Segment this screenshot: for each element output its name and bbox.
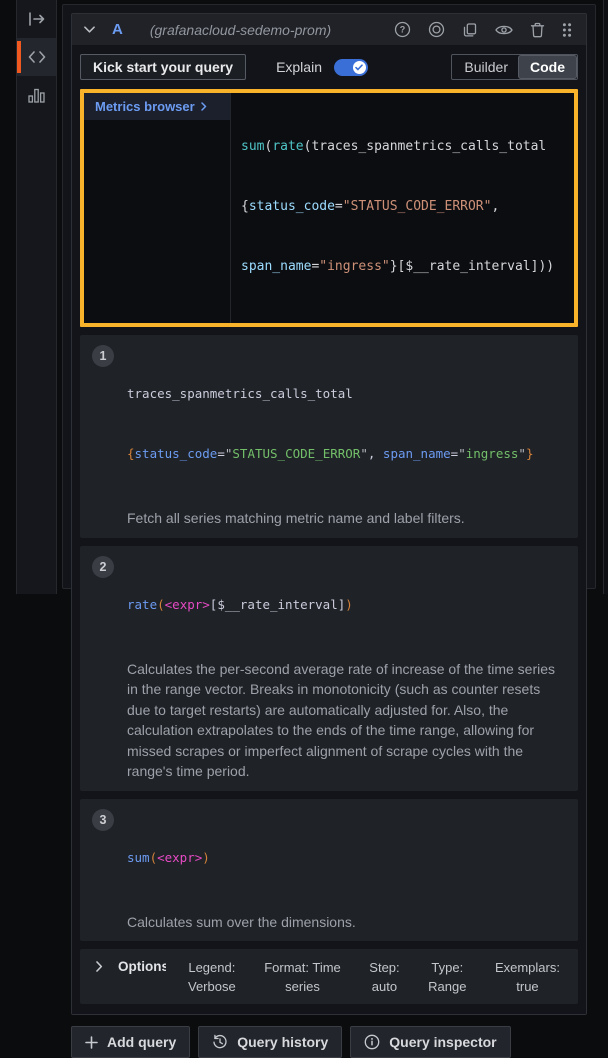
toggle-knob xyxy=(353,61,366,74)
step-code-line: {status_code="STATUS_CODE_ERROR", span_n… xyxy=(127,444,533,464)
builder-mode-button[interactable]: Builder xyxy=(453,56,519,78)
step-description: Calculates the per-second average rate o… xyxy=(127,659,564,782)
code-line: {status_code="STATUS_CODE_ERROR", xyxy=(241,197,564,217)
left-sidebar xyxy=(16,0,57,594)
step-number-badge: 2 xyxy=(92,556,114,578)
query-ref-id[interactable]: A xyxy=(112,21,123,38)
bar-chart-icon xyxy=(28,87,45,103)
kick-start-query-button[interactable]: Kick start your query xyxy=(80,54,246,80)
query-inspector-button[interactable]: Query inspector xyxy=(350,1026,510,1058)
copy-icon[interactable] xyxy=(462,22,478,38)
option-legend: Legend:Verbose xyxy=(188,958,236,996)
explain-step-3: 3 sum(<expr>) Calculates sum over the di… xyxy=(80,799,578,942)
promql-editor: Metrics browser sum(rate(traces_spanmetr… xyxy=(80,89,578,327)
collapse-chevron-icon[interactable] xyxy=(84,26,95,33)
query-card-header: A (grafanacloud-sedemo-prom) ? xyxy=(72,14,586,45)
query-editor-panel: A (grafanacloud-sedemo-prom) ? xyxy=(62,4,596,589)
trash-icon[interactable] xyxy=(530,22,545,38)
query-toolbar: Kick start your query Explain Builder Co… xyxy=(80,52,578,82)
code-mode-button[interactable]: Code xyxy=(519,56,576,78)
query-history-button[interactable]: Query history xyxy=(198,1026,342,1058)
code-line: span_name="ingress"}[$__rate_interval])) xyxy=(241,257,564,277)
step-content: rate(<expr>[$__rate_interval]) Calculate… xyxy=(127,555,564,782)
sidebar-item-expand[interactable] xyxy=(17,0,56,38)
query-card-body: Kick start your query Explain Builder Co… xyxy=(72,45,586,1014)
options-label: Options xyxy=(118,959,166,974)
datasource-name: (grafanacloud-sedemo-prom) xyxy=(150,22,394,38)
step-description: Fetch all series matching metric name an… xyxy=(127,508,533,529)
query-card: A (grafanacloud-sedemo-prom) ? xyxy=(71,13,587,1015)
adjacent-panel-edge xyxy=(603,0,608,594)
query-header-actions: ? xyxy=(394,21,574,38)
step-code-line: traces_spanmetrics_calls_total xyxy=(127,384,533,404)
explain-toggle[interactable] xyxy=(334,59,368,76)
option-exemplars: Exemplars:true xyxy=(495,958,560,996)
explain-step-1: 1 traces_spanmetrics_calls_total {status… xyxy=(80,335,578,538)
query-footer: Add query Query history Query inspector xyxy=(71,1026,587,1058)
info-icon xyxy=(364,1034,380,1050)
step-content: sum(<expr>) Calculates sum over the dime… xyxy=(127,808,356,933)
step-number-badge: 1 xyxy=(92,345,114,367)
drag-handle-icon[interactable] xyxy=(562,22,572,38)
plus-icon xyxy=(85,1036,98,1049)
options-summary: Legend:Verbose Format: Timeseries Step:a… xyxy=(188,958,560,996)
step-content: traces_spanmetrics_calls_total {status_c… xyxy=(127,344,533,529)
editor-left-column: Metrics browser xyxy=(84,93,231,323)
code-line: sum(rate(traces_spanmetrics_calls_total xyxy=(241,137,564,157)
options-row[interactable]: Options Legend:Verbose Format: Timeserie… xyxy=(80,949,578,1004)
metrics-browser-label: Metrics browser xyxy=(95,99,195,114)
active-indicator xyxy=(17,41,21,73)
step-code-line: sum(<expr>) xyxy=(127,848,356,868)
option-type: Type:Range xyxy=(428,958,466,996)
editor-mode-switch: Builder Code xyxy=(451,54,578,80)
explain-label: Explain xyxy=(276,59,322,75)
option-format: Format: Timeseries xyxy=(264,958,341,996)
expand-right-icon xyxy=(28,12,46,26)
eye-icon[interactable] xyxy=(495,24,513,36)
sidebar-item-code[interactable] xyxy=(17,38,56,76)
promql-code-input[interactable]: sum(rate(traces_spanmetrics_calls_total … xyxy=(231,93,574,323)
step-description: Calculates sum over the dimensions. xyxy=(127,912,356,933)
svg-text:?: ? xyxy=(400,25,406,35)
chevron-right-icon xyxy=(96,961,103,972)
history-icon xyxy=(212,1034,228,1050)
code-icon xyxy=(28,51,46,63)
sidebar-item-chart[interactable] xyxy=(17,76,56,114)
help-icon[interactable]: ? xyxy=(394,21,411,38)
step-number-badge: 3 xyxy=(92,809,114,831)
add-query-button[interactable]: Add query xyxy=(71,1026,190,1058)
record-circle-icon[interactable] xyxy=(428,21,445,38)
explain-step-2: 2 rate(<expr>[$__rate_interval]) Calcula… xyxy=(80,546,578,791)
step-code-line: rate(<expr>[$__rate_interval]) xyxy=(127,595,564,615)
option-step: Step:auto xyxy=(369,958,399,996)
chevron-right-icon xyxy=(201,102,207,111)
metrics-browser-button[interactable]: Metrics browser xyxy=(84,93,230,120)
